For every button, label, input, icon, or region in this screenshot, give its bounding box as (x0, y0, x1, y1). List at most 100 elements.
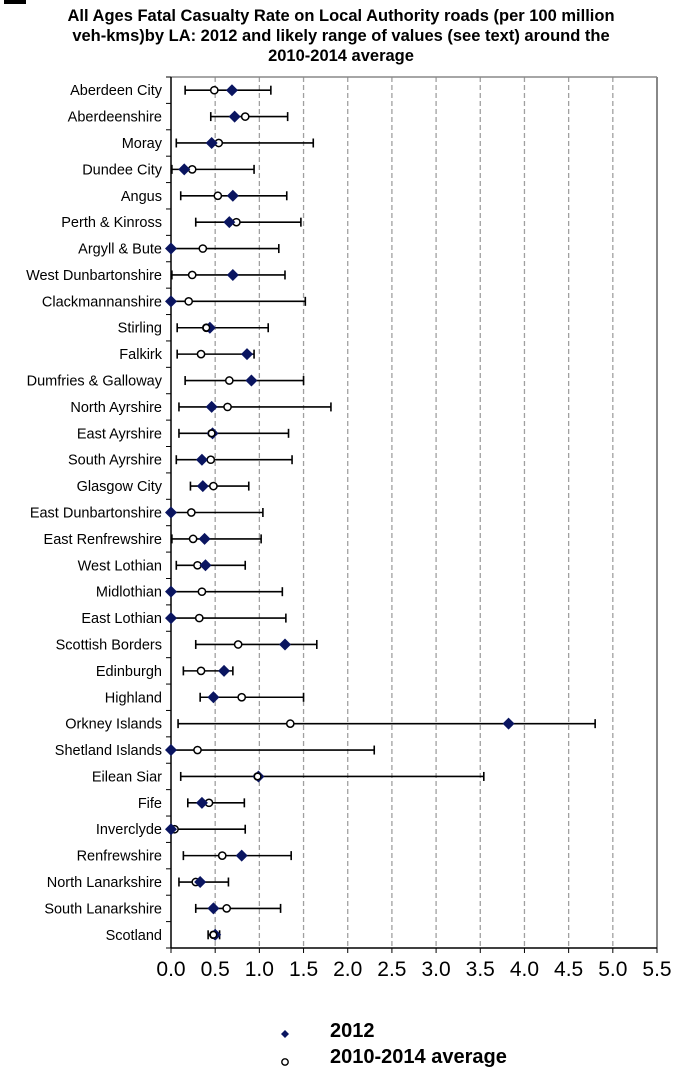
x-tick-label: 1.5 (289, 958, 318, 981)
average-point (188, 534, 198, 544)
year-2012-point (165, 744, 177, 757)
category-label: Angus (121, 189, 162, 205)
average-point (222, 904, 232, 913)
year-2012-point (165, 295, 177, 308)
category-label: Clackmannanshire (42, 294, 162, 310)
x-tick-label: 4.5 (554, 958, 583, 981)
category-label: Moray (122, 136, 163, 152)
category-label: Aberdeenshire (68, 110, 162, 126)
category-label: East Renfrewshire (44, 532, 162, 548)
category-label: Inverclyde (96, 822, 162, 838)
average-point-overlay (202, 323, 211, 332)
year-2012-point (165, 242, 177, 255)
year-2012-point (226, 189, 239, 202)
year-2012-point (240, 348, 253, 361)
category-label: Scotland (106, 928, 162, 944)
open-circle-marker-icon (281, 1058, 289, 1066)
average-point (196, 349, 206, 359)
category-label: East Lothian (81, 611, 162, 627)
average-point-overlay (209, 930, 218, 939)
average-point (187, 270, 197, 280)
average-point (209, 481, 218, 491)
category-label: North Lanarkshire (47, 875, 162, 891)
average-point (193, 745, 202, 755)
year-2012-point (178, 163, 191, 176)
average-point (224, 376, 234, 385)
x-tick-label: 1.0 (245, 958, 274, 981)
year-2012-point (502, 717, 515, 730)
category-label: Highland (105, 690, 162, 706)
category-label: Renfrewshire (77, 849, 162, 865)
x-tick-label: 3.5 (466, 958, 495, 981)
year-2012-point (165, 612, 177, 625)
average-point (184, 296, 194, 306)
average-point (285, 719, 295, 729)
average-point (206, 455, 216, 465)
category-label: Dundee City (82, 162, 163, 178)
dot-plot-chart: Aberdeen City Aberdeenshire Moray Dundee Ci… (26, 76, 672, 981)
year-2012-point (225, 84, 238, 97)
category-labels: Aberdeen City Aberdeenshire Moray Dundee Ci… (26, 83, 163, 944)
legend-label-average: 2010-2014 average (330, 1046, 507, 1068)
x-tick-label: 5.0 (598, 958, 627, 981)
plot-frame (166, 76, 658, 953)
category-label: Perth & Kinross (61, 215, 162, 231)
year-2012-point (198, 532, 211, 545)
average-point-overlay (207, 429, 216, 438)
average-point (213, 191, 223, 201)
category-label: Scottish Borders (56, 637, 162, 653)
average-point (237, 692, 247, 702)
average-point (197, 587, 207, 597)
grid-lines (214, 77, 658, 948)
year-2012-point (245, 374, 258, 387)
x-tick-label: 4.0 (510, 958, 539, 981)
category-label: West Lothian (78, 558, 162, 574)
average-point (223, 402, 232, 412)
year-2012-point (199, 559, 212, 572)
year-2012-point (165, 506, 177, 519)
average-point (209, 85, 219, 95)
category-label: South Ayrshire (68, 453, 162, 469)
x-tick-label: 2.5 (377, 958, 406, 981)
average-point (196, 666, 206, 676)
year-2012-point (195, 796, 208, 809)
year-2012-point (165, 585, 177, 598)
x-tick-label: 5.5 (642, 958, 671, 981)
category-label: Orkney Islands (65, 717, 162, 733)
year-2012-point (205, 136, 218, 149)
category-label: Dumfries & Galloway (27, 374, 163, 390)
category-label: Shetland Islands (55, 743, 162, 759)
year-2012-point (205, 400, 218, 413)
category-label: Argyll & Bute (78, 242, 162, 258)
error-bars (170, 85, 596, 940)
legend-label-2012: 2012 (330, 1020, 375, 1042)
year-2012-point (223, 216, 236, 229)
year-2012-point (278, 638, 291, 651)
category-label: Aberdeen City (70, 83, 163, 99)
category-label: West Dunbartonshire (26, 268, 162, 284)
average-point (217, 851, 227, 860)
x-tick-label: 2.0 (333, 958, 362, 981)
year-2012-point (226, 268, 239, 281)
average-point (233, 640, 243, 649)
average-point (240, 112, 250, 121)
diamond-marker-icon (281, 1030, 289, 1038)
category-label: Midlothian (96, 585, 162, 601)
year-2012-point (196, 480, 209, 493)
x-tick-label: 3.0 (421, 958, 450, 981)
average-point-overlay (253, 772, 262, 781)
category-label: East Dunbartonshire (30, 506, 162, 522)
category-label: Stirling (118, 321, 162, 337)
category-label: Eilean Siar (92, 769, 162, 785)
category-label: Falkirk (119, 347, 162, 363)
year-2012-point (207, 691, 220, 704)
x-tick-label: 0.5 (201, 958, 230, 981)
average-point (186, 508, 196, 517)
x-tick-label: 0.0 (156, 958, 185, 981)
category-label: North Ayrshire (70, 400, 162, 416)
category-label: East Ayrshire (77, 426, 162, 442)
average-point (198, 244, 208, 253)
x-axis-tick-labels: 0.0 0.5 1.0 1.5 2.0 2.5 3.0 3.5 4.0 4.5 5.0 5.5 (156, 958, 671, 981)
year-2012-point (195, 453, 208, 466)
category-label: Glasgow City (77, 479, 163, 495)
